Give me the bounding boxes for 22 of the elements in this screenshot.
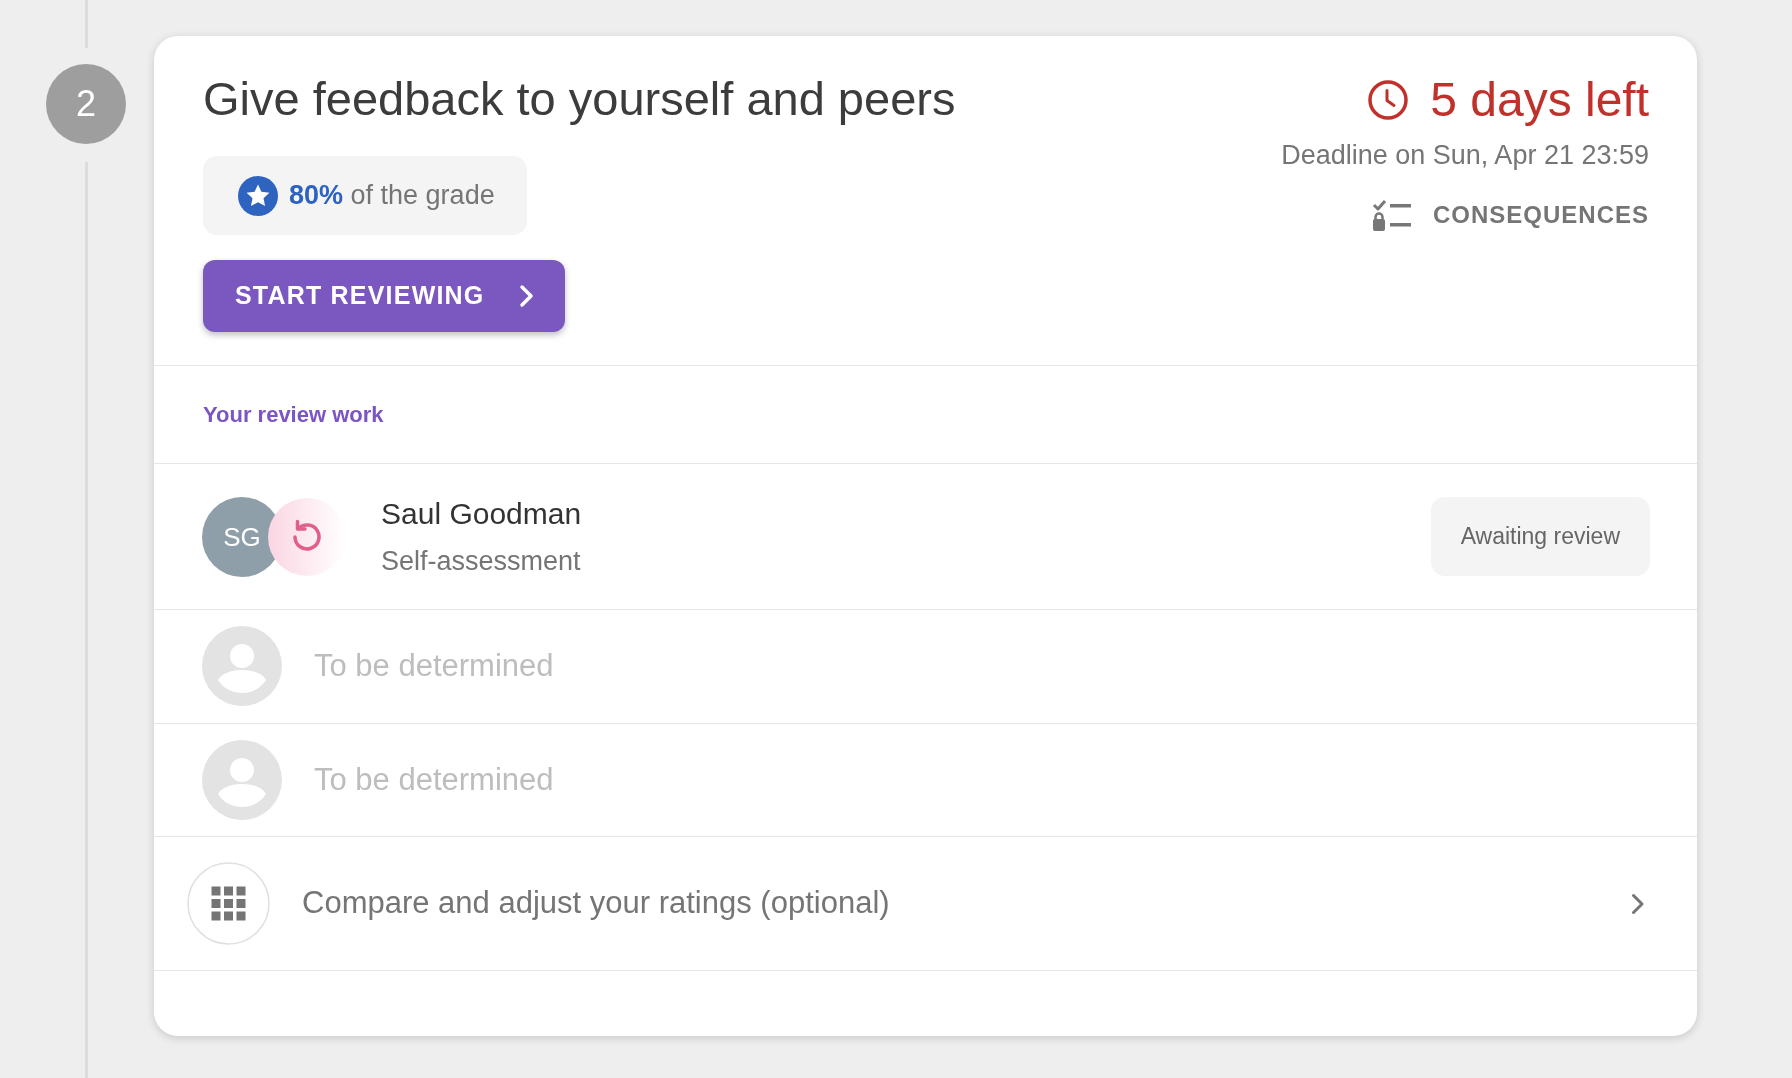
compare-ratings-item[interactable]: Compare and adjust your ratings (optional): [154, 836, 1697, 970]
reviewee-name: To be determined: [314, 647, 554, 685]
chevron-right-icon: [1631, 892, 1645, 915]
grade-weight-text: 80% of the grade: [289, 179, 495, 213]
deadline-date: Deadline on Sun, Apr 21 23:59: [1281, 139, 1649, 172]
person-icon: [202, 626, 282, 707]
time-remaining: 5 days left: [1430, 72, 1649, 128]
person-icon: [202, 739, 282, 820]
reviewee-name: To be determined: [314, 760, 554, 799]
grid-icon: [187, 862, 270, 945]
start-reviewing-button[interactable]: START REVIEWING: [203, 260, 566, 332]
task-title: Give feedback to yourself and peers: [203, 71, 956, 127]
chevron-right-icon: [519, 284, 535, 308]
step-number: 2: [46, 64, 126, 144]
user-initials: SG: [223, 521, 261, 552]
section-heading: Your review work: [203, 401, 384, 429]
review-type: Self-assessment: [381, 544, 582, 578]
review-status: Awaiting review: [1430, 497, 1650, 576]
reviewee-name: Saul Goodman: [381, 495, 582, 532]
clock-icon: [1368, 80, 1409, 120]
consequences-button[interactable]: CONSEQUENCES: [1371, 195, 1649, 235]
checklist-lock-icon: [1371, 199, 1412, 231]
